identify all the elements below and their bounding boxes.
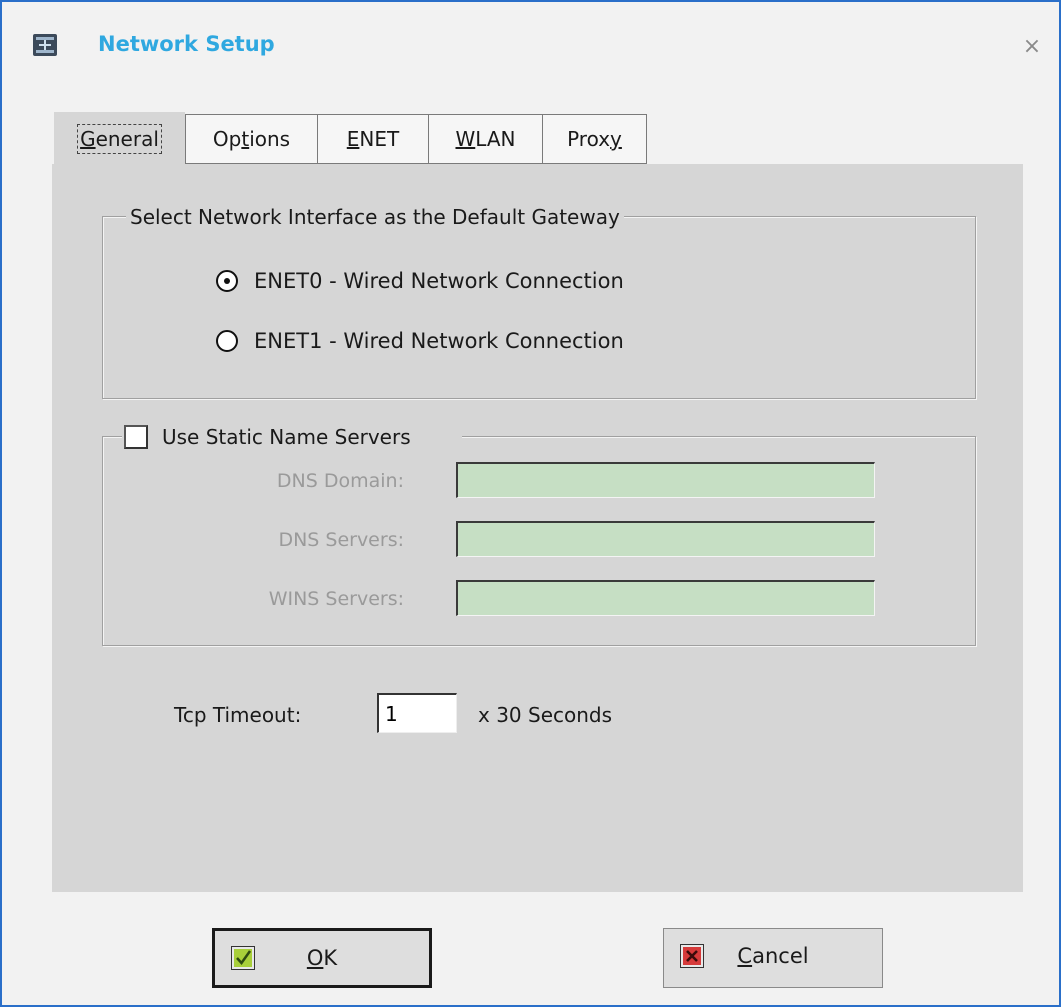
gateway-group-title: Select Network Interface as the Default …	[126, 204, 624, 230]
title-bar: Network Setup ×	[2, 2, 1059, 92]
dns-servers-field[interactable]	[456, 521, 875, 557]
tcp-timeout-label: Tcp Timeout:	[174, 703, 302, 727]
tab-options-label: Options	[212, 127, 291, 151]
tcp-timeout-input[interactable]	[377, 693, 457, 733]
dns-servers-label: DNS Servers:	[278, 529, 404, 551]
window-title: Network Setup	[98, 32, 275, 56]
ok-button[interactable]: OK	[212, 928, 432, 988]
tab-options[interactable]: Options	[185, 114, 318, 164]
tab-wlan-label: WLAN	[455, 127, 516, 151]
tab-enet[interactable]: ENET	[317, 114, 429, 164]
radio-enet0-label: ENET0 - Wired Network Connection	[254, 269, 624, 293]
tab-proxy-label: Proxy	[567, 127, 622, 151]
dns-domain-label: DNS Domain:	[276, 470, 404, 492]
radio-enet0[interactable]: ENET0 - Wired Network Connection	[216, 269, 624, 293]
radio-selected-dot	[224, 278, 230, 284]
network-setup-dialog: Network Setup × General Options ENET WLA…	[0, 0, 1061, 1007]
wins-servers-field[interactable]	[456, 580, 875, 616]
radio-enet1-label: ENET1 - Wired Network Connection	[254, 329, 624, 353]
radio-enet1-button[interactable]	[216, 330, 238, 352]
radio-enet0-button[interactable]	[216, 270, 238, 292]
static-name-servers-checkbox[interactable]	[124, 425, 148, 449]
static-name-servers-label: Use Static Name Servers	[162, 425, 411, 449]
cancel-button[interactable]: Cancel	[663, 928, 883, 988]
dns-domain-field[interactable]	[456, 462, 875, 498]
cancel-button-label: Cancel	[737, 944, 809, 968]
tcp-timeout-unit: x 30 Seconds	[478, 703, 613, 727]
gateway-group	[102, 216, 976, 399]
tab-wlan[interactable]: WLAN	[428, 114, 543, 164]
network-icon	[33, 34, 57, 56]
ok-button-label: OK	[306, 946, 338, 970]
general-tab-panel: Select Network Interface as the Default …	[52, 164, 1023, 892]
tab-general[interactable]: General	[54, 112, 185, 166]
tab-proxy[interactable]: Proxy	[542, 114, 647, 164]
radio-enet1[interactable]: ENET1 - Wired Network Connection	[216, 329, 624, 353]
tab-general-label: General	[77, 124, 162, 154]
tab-enet-label: ENET	[346, 127, 400, 151]
close-icon[interactable]: ×	[1019, 34, 1045, 60]
wins-servers-label: WINS Servers:	[268, 588, 404, 610]
